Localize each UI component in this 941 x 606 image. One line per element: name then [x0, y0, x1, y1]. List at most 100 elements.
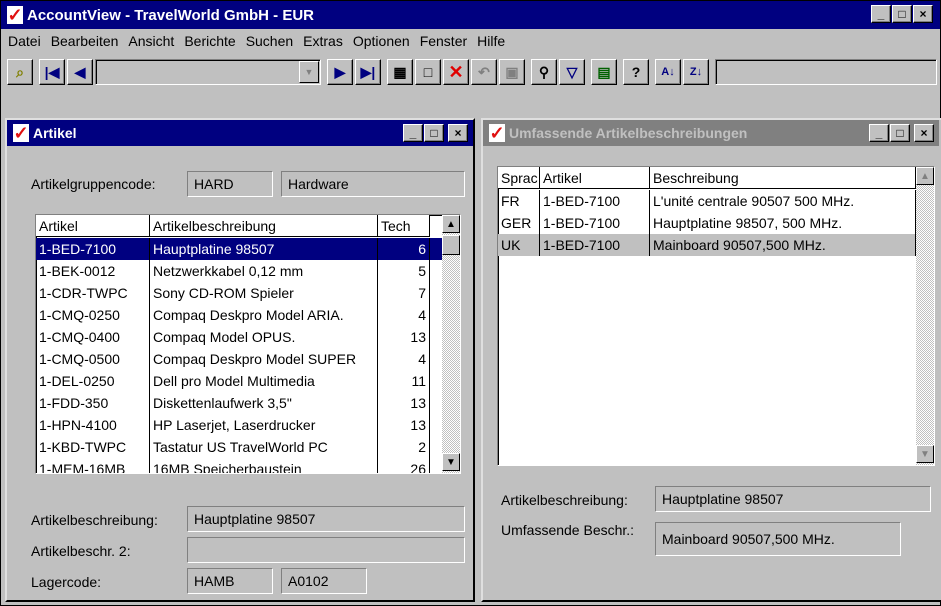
chevron-down-icon[interactable]: ▼ [299, 61, 319, 83]
table-row[interactable]: 1-CMQ-0500 Compaq Deskpro Model SUPER 4 [36, 348, 442, 370]
umfassende-maximize-button[interactable]: □ [890, 124, 910, 142]
artikelbeschreibung-label: Artikelbeschreibung: [31, 512, 158, 528]
umfassende-beschr-field[interactable]: Mainboard 90507,500 MHz. [655, 522, 901, 556]
menu-bar: Datei Bearbeiten Ansicht Berichte Suchen… [1, 29, 940, 53]
menu-berichte[interactable]: Berichte [179, 33, 240, 49]
new-icon[interactable]: □ [415, 59, 441, 85]
toolbar: ⌕ |◀ ◀ ▼ ▶ ▶| ▦ □ ✕ ↶ ▣ ⚲ ▽ ▤ ? A↓ Z↓ [1, 57, 940, 87]
app-title-bar: ✓ AccountView - TravelWorld GmbH - EUR [1, 1, 940, 29]
sort-ascending-icon[interactable]: A↓ [655, 59, 681, 85]
artikelgruppe-code-field[interactable]: HARD [187, 171, 273, 197]
menu-optionen[interactable]: Optionen [348, 33, 415, 49]
cell-beschreibung: Tastatur US TravelWorld PC [150, 436, 378, 458]
previous-record-icon[interactable]: ◀ [67, 59, 93, 85]
column-header-beschreibung[interactable]: Artikelbeschreibung [150, 215, 378, 237]
next-record-icon[interactable]: ▶ [327, 59, 353, 85]
table-row[interactable]: GER 1-BED-7100 Hauptplatine 98507, 500 MHz… [498, 212, 916, 234]
close-button[interactable]: × [913, 5, 933, 23]
table-row[interactable]: FR 1-BED-7100 L'unité centrale 90507 500 M… [498, 190, 916, 212]
cell-artikel: 1-FDD-350 [36, 392, 150, 414]
undo-icon[interactable]: ↶ [471, 59, 497, 85]
cell-artikel: 1-CMQ-0400 [36, 326, 150, 348]
artikel-close-button[interactable]: × [448, 124, 468, 142]
table-row[interactable]: UK 1-BED-7100 Mainboard 90507,500 MHz. [498, 234, 916, 256]
column-header-artikel[interactable]: Artikel [540, 167, 650, 189]
cell-artikel: 1-HPN-4100 [36, 414, 150, 436]
artikelgruppe-name-field: Hardware [281, 171, 465, 197]
scroll-down-icon[interactable]: ▼ [442, 453, 460, 471]
table-row[interactable]: 1-BEK-0012 Netzwerkkabel 0,12 mm 5 [36, 260, 442, 282]
artikel-maximize-button[interactable]: □ [424, 124, 444, 142]
menu-hilfe[interactable]: Hilfe [472, 33, 510, 49]
filter-icon[interactable]: ▽ [559, 59, 585, 85]
cell-tech: 6 [378, 238, 430, 260]
cell-artikel: 1-CMQ-0250 [36, 304, 150, 326]
lagerplatz-field[interactable]: A0102 [281, 568, 367, 594]
table-row[interactable]: 1-DEL-0250 Dell pro Model Multimedia 11 [36, 370, 442, 392]
report-icon[interactable]: ▤ [591, 59, 617, 85]
cell-artikel: 1-BEK-0012 [36, 260, 150, 282]
column-header-artikel[interactable]: Artikel [36, 215, 150, 237]
artikel-window: ✓ Artikel _ □ × Artikelgruppencode: HARD… [5, 118, 475, 602]
menu-fenster[interactable]: Fenster [415, 33, 472, 49]
cell-artikel: 1-BED-7100 [36, 238, 150, 260]
help-icon[interactable]: ? [623, 59, 649, 85]
minimize-button[interactable]: _ [871, 5, 891, 23]
menu-bearbeiten[interactable]: Bearbeiten [46, 33, 124, 49]
column-header-sprache[interactable]: Sprac [498, 167, 540, 189]
first-record-icon[interactable]: |◀ [39, 59, 65, 85]
artikel-minimize-button[interactable]: _ [403, 124, 423, 142]
cell-tech: 26 [378, 458, 430, 473]
table-row[interactable]: 1-MEM-16MB 16MB Speicherbaustein 26 [36, 458, 442, 473]
cell-tech: 4 [378, 304, 430, 326]
umfassende-minimize-button[interactable]: _ [869, 124, 889, 142]
cell-beschreibung: 16MB Speicherbaustein [150, 458, 378, 473]
cell-artikel: 1-CDR-TWPC [36, 282, 150, 304]
scroll-thumb[interactable] [442, 235, 460, 255]
delete-icon[interactable]: ✕ [443, 59, 469, 85]
cell-beschreibung: Dell pro Model Multimedia [150, 370, 378, 392]
cell-beschreibung: Sony CD-ROM Spieler [150, 282, 378, 304]
menu-ansicht[interactable]: Ansicht [123, 33, 179, 49]
table-row[interactable]: 1-HPN-4100 HP Laserjet, Laserdrucker 13 [36, 414, 442, 436]
lagercode-field[interactable]: HAMB [187, 568, 273, 594]
table-row[interactable]: 1-KBD-TWPC Tastatur US TravelWorld PC 2 [36, 436, 442, 458]
scroll-up-icon[interactable]: ▲ [442, 215, 460, 233]
record-selector[interactable]: ▼ [95, 59, 321, 85]
search-icon[interactable]: ⚲ [531, 59, 557, 85]
find-icon[interactable]: ⌕ [7, 59, 33, 85]
cell-beschreibung: Compaq Deskpro Model ARIA. [150, 304, 378, 326]
app-logo-icon: ✓ [7, 5, 23, 25]
cell-beschreibung: Diskettenlaufwerk 3,5" [150, 392, 378, 414]
menu-extras[interactable]: Extras [298, 33, 348, 49]
table-row[interactable]: 1-CDR-TWPC Sony CD-ROM Spieler 7 [36, 282, 442, 304]
toolbar-search-field[interactable] [715, 59, 937, 85]
save-icon[interactable]: ▣ [499, 59, 525, 85]
cell-tech: 5 [378, 260, 430, 282]
scroll-down-icon[interactable]: ▼ [916, 445, 934, 463]
cell-tech: 7 [378, 282, 430, 304]
app-title: AccountView - TravelWorld GmbH - EUR [27, 6, 314, 24]
cell-sprache: FR [498, 190, 540, 212]
cell-artikel: 1-DEL-0250 [36, 370, 150, 392]
artikelbeschr2-field[interactable] [187, 537, 465, 563]
column-header-tech[interactable]: Tech [378, 215, 430, 237]
form-icon[interactable]: ▦ [387, 59, 413, 85]
table-row[interactable]: 1-CMQ-0400 Compaq Model OPUS. 13 [36, 326, 442, 348]
maximize-button[interactable]: □ [892, 5, 912, 23]
sort-descending-icon[interactable]: Z↓ [683, 59, 709, 85]
table-row[interactable]: 1-CMQ-0250 Compaq Deskpro Model ARIA. 4 [36, 304, 442, 326]
artikel-scrollbar[interactable]: ▲ ▼ [442, 215, 460, 473]
table-row[interactable]: 1-BED-7100 Hauptplatine 98507 6 [36, 238, 442, 260]
scroll-up-icon[interactable]: ▲ [916, 167, 934, 185]
umfassende-close-button[interactable]: × [914, 124, 934, 142]
table-row[interactable]: 1-FDD-350 Diskettenlaufwerk 3,5" 13 [36, 392, 442, 414]
menu-suchen[interactable]: Suchen [241, 33, 298, 49]
menu-datei[interactable]: Datei [3, 33, 46, 49]
last-record-icon[interactable]: ▶| [355, 59, 381, 85]
artikelbeschreibung-field[interactable]: Hauptplatine 98507 [187, 506, 465, 532]
umfassende-scrollbar[interactable]: ▲ ▼ [916, 167, 934, 465]
cell-tech: 13 [378, 414, 430, 436]
cell-beschreibung: L'unité centrale 90507 500 MHz. [650, 190, 916, 212]
column-header-beschreibung[interactable]: Beschreibung [650, 167, 916, 189]
